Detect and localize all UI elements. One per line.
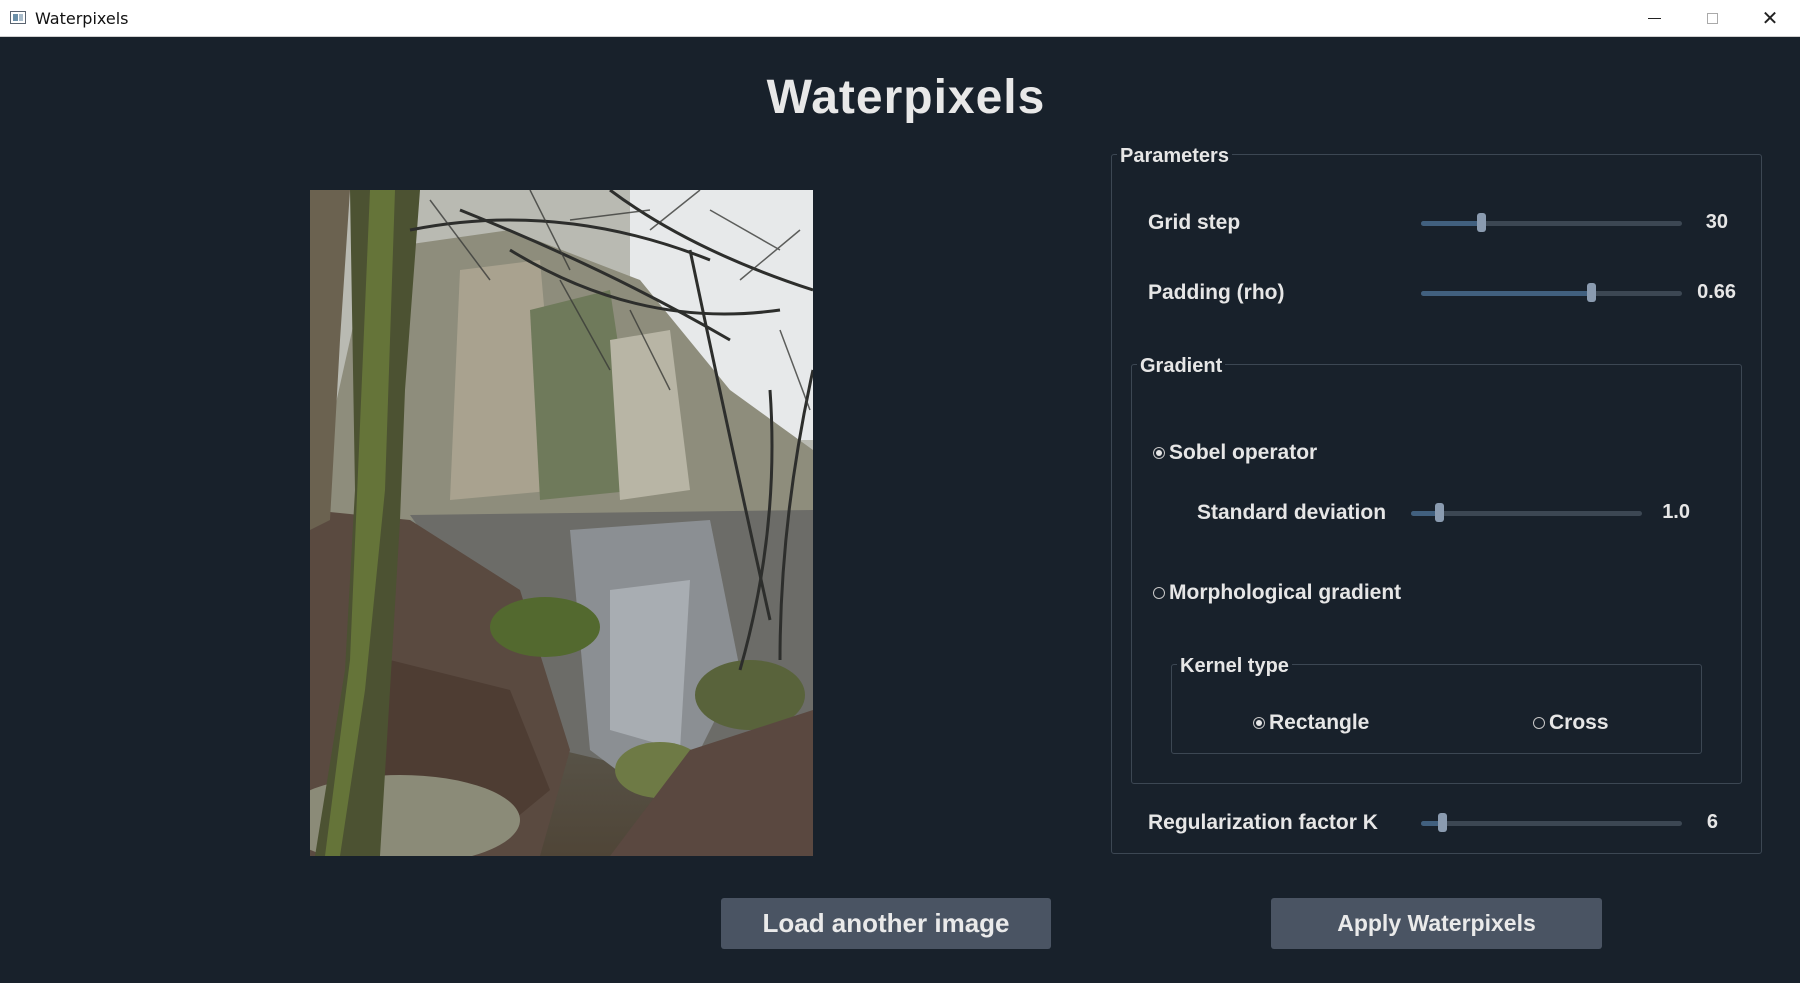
slider-track <box>1421 821 1682 826</box>
app-window-icon <box>10 11 26 24</box>
morphological-gradient-label: Morphological gradient <box>1169 581 1402 604</box>
rectangle-label: Rectangle <box>1269 711 1370 734</box>
slider-track <box>1411 511 1642 516</box>
window-titlebar: Waterpixels ✕ <box>0 0 1800 37</box>
grid-step-slider[interactable] <box>1421 213 1682 233</box>
close-icon: ✕ <box>1761 6 1779 30</box>
radio-checked-icon <box>1253 717 1265 729</box>
standard-deviation-slider[interactable] <box>1411 503 1642 523</box>
maximize-button[interactable] <box>1683 0 1741 36</box>
radio-unchecked-icon <box>1533 717 1545 729</box>
padding-value: 0.66 <box>1697 281 1736 303</box>
rectangle-radio[interactable]: Rectangle <box>1253 711 1369 735</box>
page-title: Waterpixels <box>766 71 1046 124</box>
window-title: Waterpixels <box>35 9 129 28</box>
slider-handle[interactable] <box>1434 503 1444 522</box>
standard-deviation-label: Standard deviation <box>1197 501 1387 524</box>
gradient-group-title: Gradient <box>1137 355 1226 378</box>
slider-handle[interactable] <box>1477 213 1487 232</box>
regularization-label: Regularization factor K <box>1148 811 1378 834</box>
standard-deviation-value: 1.0 <box>1662 501 1690 523</box>
landscape-photo <box>310 190 813 856</box>
cross-radio[interactable]: Cross <box>1533 711 1609 735</box>
padding-label: Padding (rho) <box>1148 281 1285 304</box>
image-preview <box>310 190 813 856</box>
slider-fill <box>1421 291 1591 296</box>
grid-step-label: Grid step <box>1148 211 1241 234</box>
regularization-value: 6 <box>1706 811 1718 833</box>
parameters-group-title: Parameters <box>1117 145 1232 168</box>
radio-checked-icon <box>1153 447 1165 459</box>
load-image-button[interactable]: Load another image <box>721 898 1051 949</box>
close-button[interactable]: ✕ <box>1741 0 1799 36</box>
minimize-button[interactable] <box>1625 0 1683 36</box>
sobel-operator-radio[interactable]: Sobel operator <box>1153 441 1317 465</box>
maximize-icon <box>1706 12 1718 24</box>
slider-handle[interactable] <box>1437 813 1447 832</box>
minimize-icon <box>1647 17 1661 19</box>
apply-waterpixels-button[interactable]: Apply Waterpixels <box>1271 898 1602 949</box>
radio-unchecked-icon <box>1153 587 1165 599</box>
regularization-slider[interactable] <box>1421 813 1682 833</box>
cross-label: Cross <box>1549 711 1609 734</box>
padding-slider[interactable] <box>1421 283 1682 303</box>
grid-step-value: 30 <box>1705 211 1728 233</box>
slider-fill <box>1421 221 1482 226</box>
morphological-gradient-radio[interactable]: Morphological gradient <box>1153 581 1401 605</box>
slider-handle[interactable] <box>1586 283 1596 302</box>
kernel-type-group-title: Kernel type <box>1177 655 1292 678</box>
sobel-operator-label: Sobel operator <box>1169 441 1318 464</box>
